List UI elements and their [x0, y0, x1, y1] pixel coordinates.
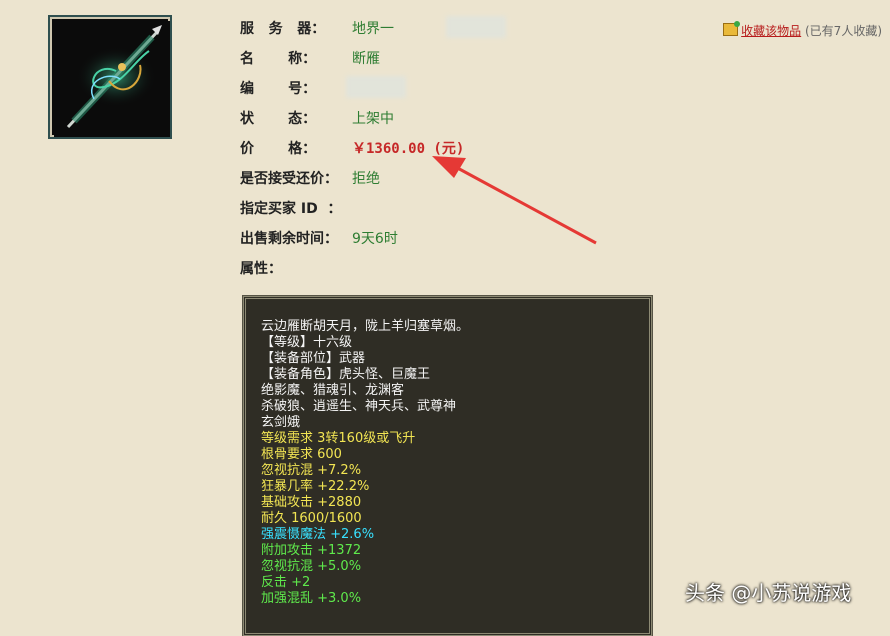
attribute-line: 加强混乱 +3.0%	[261, 591, 362, 606]
id-label: 编 号：	[240, 81, 317, 97]
redacted-server-suffix	[446, 16, 506, 38]
attribute-line: 忽视抗混 +7.2%	[261, 463, 362, 478]
attribute-line: 云边雁断胡天月，陇上羊归塞草烟。	[261, 319, 470, 334]
attr-label: 属性：	[240, 261, 282, 277]
name-label: 名 称：	[240, 51, 317, 67]
sword-icon	[54, 21, 170, 137]
attribute-line: 玄剑娥	[261, 415, 301, 430]
favorite-area: 收藏该物品 (已有7人收藏)	[723, 21, 882, 39]
attribute-line: 根骨要求 600	[261, 447, 342, 462]
status-label: 状 态：	[240, 111, 317, 127]
bargain-value: 拒绝	[352, 171, 380, 187]
buyer-label: 指定买家 ID ：	[240, 201, 342, 217]
time-label: 出售剩余时间：	[240, 231, 338, 247]
bargain-label: 是否接受还价：	[240, 171, 338, 187]
status-value: 上架中	[352, 111, 394, 127]
attribute-line: 反击 +2	[261, 575, 311, 590]
attribute-line: 杀破狼、逍遥生、神天兵、武尊神	[261, 399, 457, 414]
attribute-line: 【装备部位】武器	[261, 351, 366, 366]
favorite-count: (已有7人收藏)	[805, 24, 882, 38]
attributes-panel: 云边雁断胡天月，陇上羊归塞草烟。 【等级】十六级 【装备部位】武器 【装备角色】虎头怪…	[242, 295, 653, 636]
attribute-line: 等级需求 3转160级或飞升	[261, 431, 416, 446]
attribute-line: 忽视抗混 +5.0%	[261, 559, 362, 574]
attribute-line: 耐久 1600/1600	[261, 511, 362, 526]
attribute-line: 【装备角色】虎头怪、巨魔王	[261, 367, 431, 382]
item-thumbnail	[48, 15, 172, 139]
attributes-list: 云边雁断胡天月，陇上羊归塞草烟。 【等级】十六级 【装备部位】武器 【装备角色】虎头怪…	[261, 319, 469, 607]
server-value: 地界一	[352, 21, 394, 37]
favorite-link[interactable]: 收藏该物品	[741, 24, 801, 38]
server-label: 服 务 器：	[240, 21, 326, 37]
price-value: ￥1360.00 (元)	[352, 141, 465, 157]
redacted-id	[346, 76, 406, 98]
time-value: 9天6时	[352, 231, 398, 247]
attribute-line: 绝影魔、猎魂引、龙渊客	[261, 383, 405, 398]
attribute-line: 附加攻击 +1372	[261, 543, 362, 558]
watermark: 头条 @小苏说游戏	[685, 581, 852, 605]
attribute-line: 基础攻击 +2880	[261, 495, 362, 510]
attribute-line: 【等级】十六级	[261, 335, 353, 350]
name-value: 断雁	[352, 51, 380, 67]
attribute-line: 强震慑魔法 +2.6%	[261, 527, 375, 542]
favorite-box-icon	[723, 21, 741, 36]
price-label: 价 格：	[240, 141, 317, 157]
attribute-line: 狂暴几率 +22.2%	[261, 479, 370, 494]
